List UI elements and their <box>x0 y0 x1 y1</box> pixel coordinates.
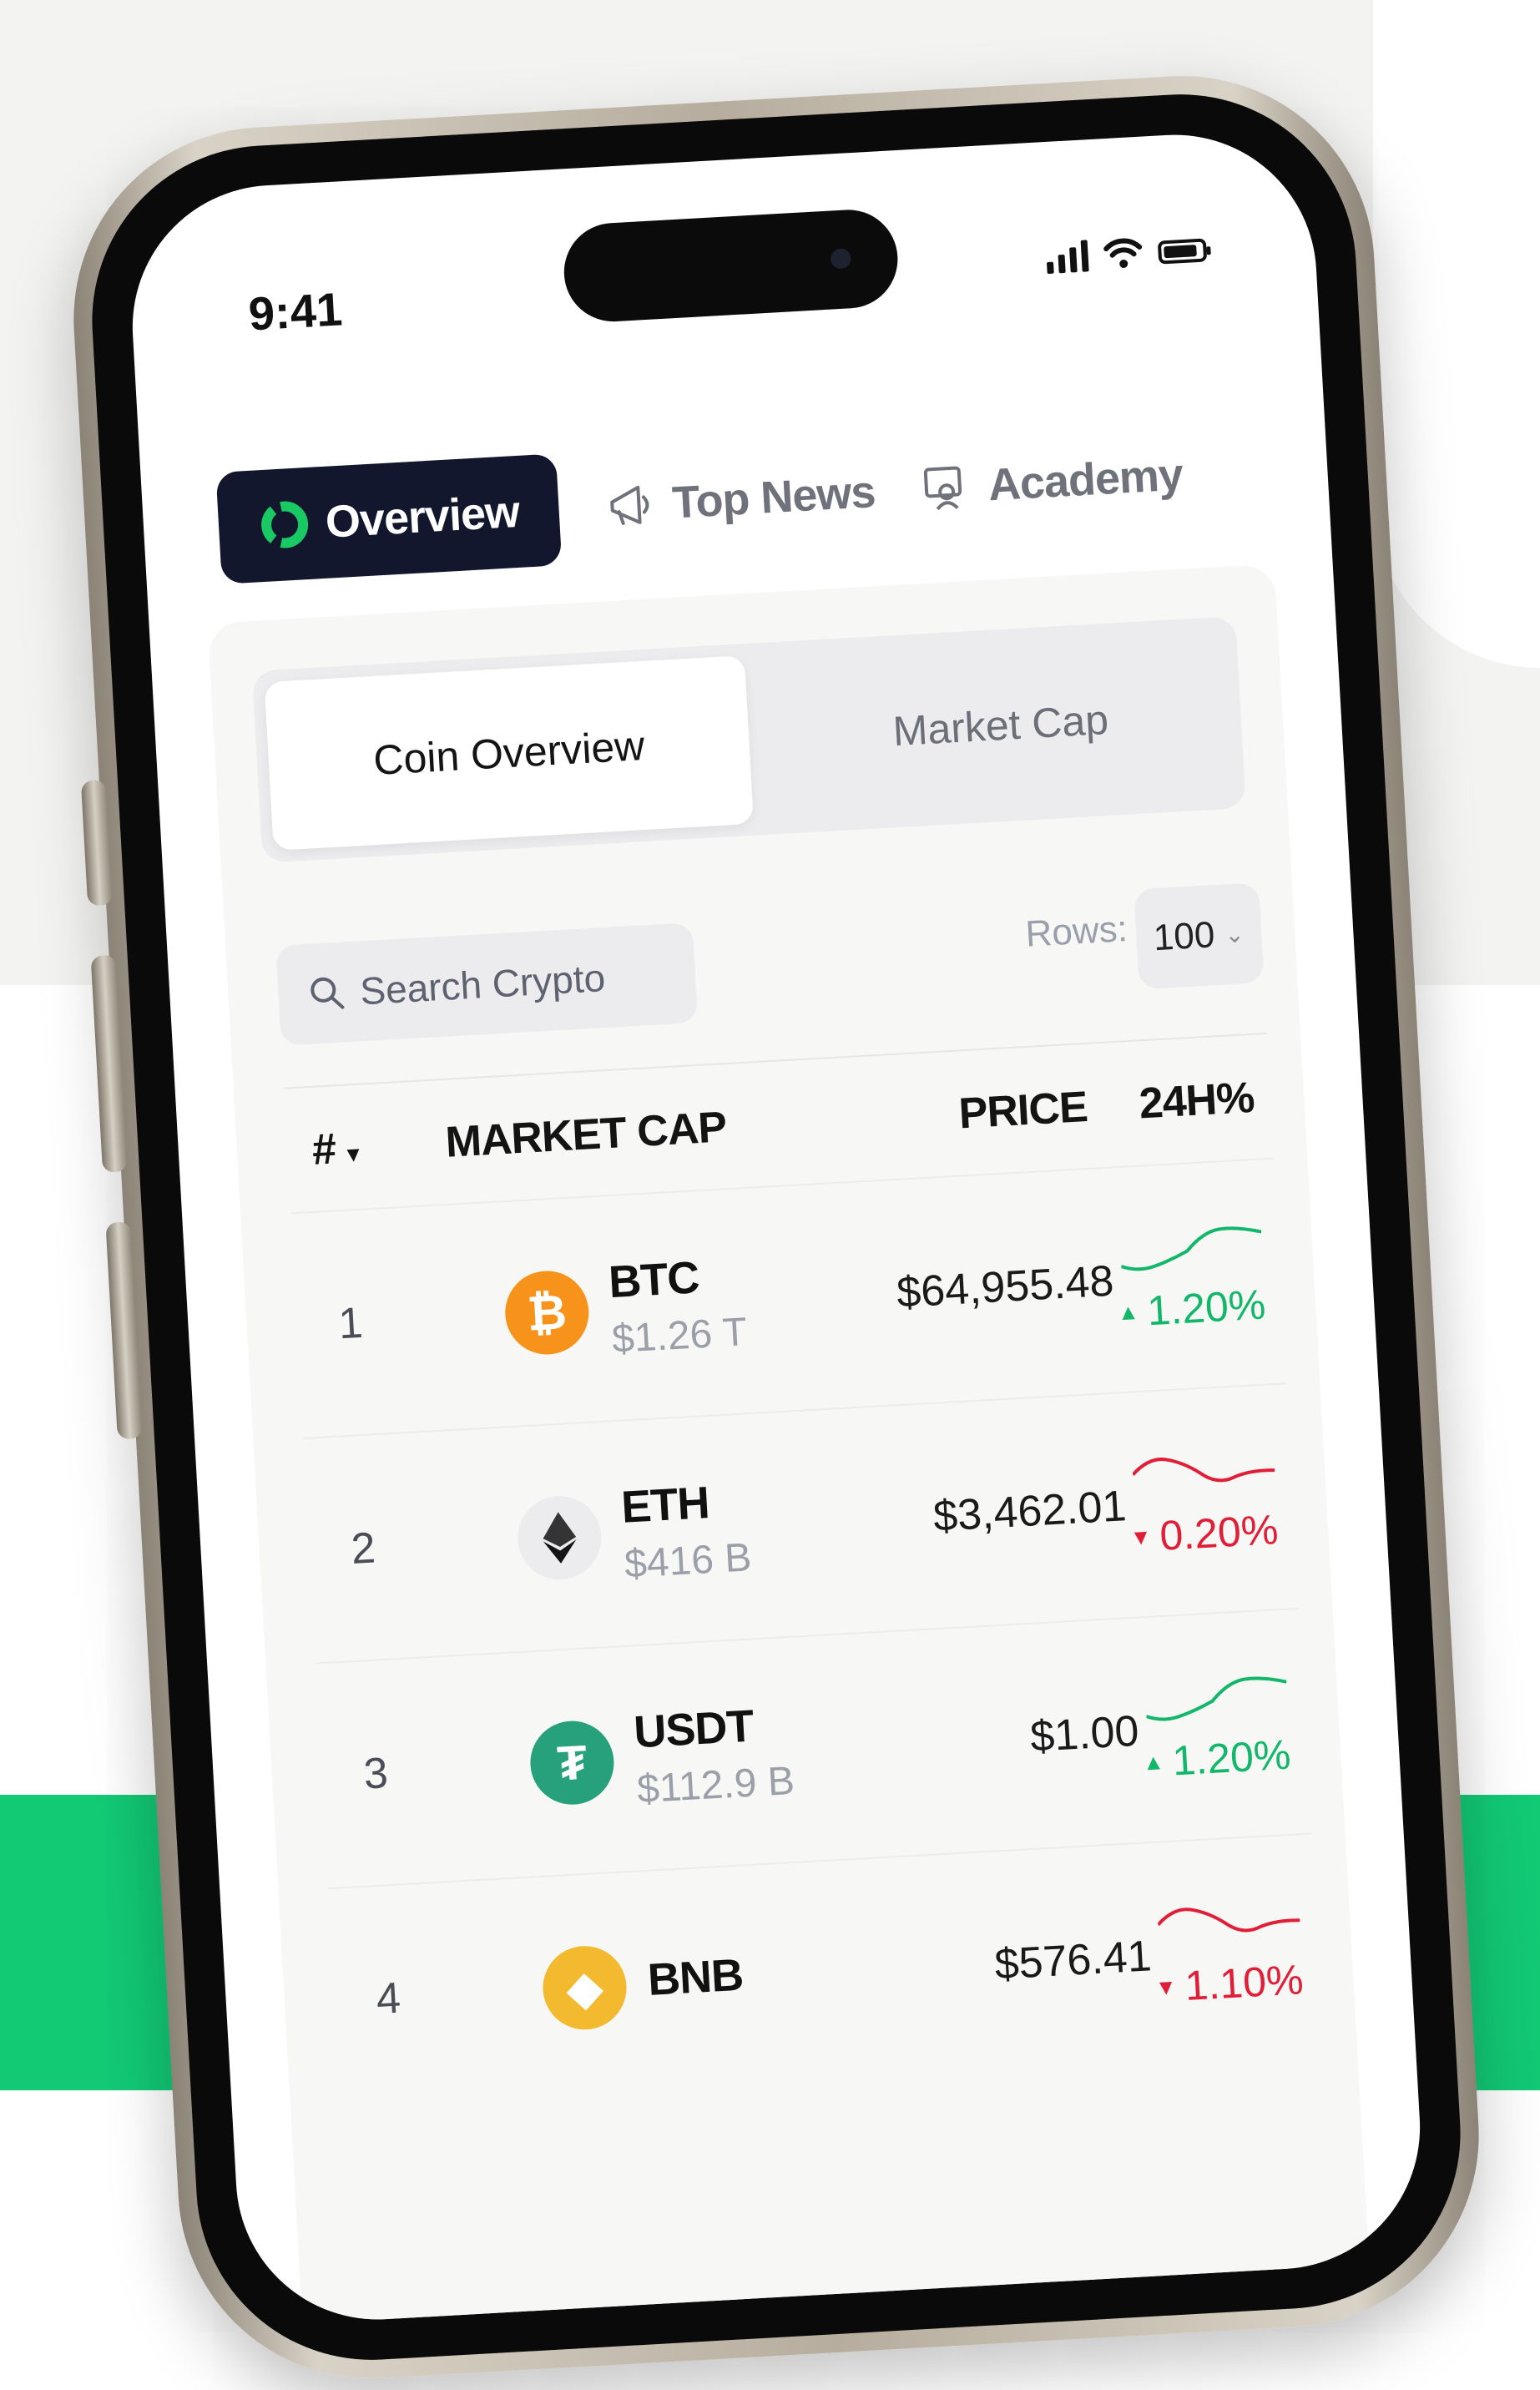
coin-price: $64,955.48 <box>895 1256 1115 1318</box>
header-market-cap[interactable]: MARKET CAP <box>444 1096 839 1168</box>
chevron-down-icon: ⌄ <box>1224 920 1245 947</box>
tab-academy[interactable]: Academy <box>920 448 1184 514</box>
bitcoin-icon: ₿ <box>502 1268 592 1357</box>
header-price[interactable]: PRICE <box>836 1082 1088 1146</box>
change-value: ▼ 1.10% <box>1154 1956 1305 2010</box>
megaphone-icon <box>610 485 649 525</box>
row-rank: 2 <box>350 1523 377 1574</box>
coin-price: $3,462.01 <box>932 1482 1128 1541</box>
coin-price: $576.41 <box>993 1932 1154 1989</box>
segmented-control: Coin Overview Market Cap <box>251 616 1246 863</box>
tab-academy-label: Academy <box>987 449 1184 511</box>
bnb-icon: ◆ <box>540 1943 629 2032</box>
app-screen: 9:41 Overview Top News Academy Coin Over… <box>124 127 1428 2327</box>
status-time: 9:41 <box>247 282 344 341</box>
change-value: ▲ 1.20% <box>1142 1731 1292 1785</box>
arrow-up-icon: ▲ <box>1142 1748 1165 1775</box>
coin-symbol: BTC <box>607 1251 700 1307</box>
search-input[interactable]: Search Crypto <box>275 922 699 1046</box>
dynamic-island <box>561 207 901 325</box>
segment-coin-overview[interactable]: Coin Overview <box>264 655 754 851</box>
status-icons <box>1046 231 1208 275</box>
segment-market-cap[interactable]: Market Cap <box>755 616 1246 835</box>
row-rank: 4 <box>375 1973 402 2024</box>
search-placeholder: Search Crypto <box>358 956 607 1013</box>
sparkline-chart <box>1145 1676 1287 1721</box>
rows-select[interactable]: 100 ⌄ <box>1134 882 1265 990</box>
market-panel: Coin Overview Market Cap Search Crypto R… <box>207 563 1379 2327</box>
coin-price: $1.00 <box>1028 1706 1140 1761</box>
coin-cell: ◆ BNB <box>507 1928 904 2034</box>
pie-chart-icon <box>261 501 309 548</box>
tab-top-news-label: Top News <box>670 467 876 528</box>
tab-overview-label: Overview <box>324 486 521 548</box>
background-cutout <box>1373 0 1540 668</box>
coin-symbol: ETH <box>619 1477 710 1533</box>
sparkline-chart <box>1156 1907 1300 1933</box>
sort-down-icon: ▾ <box>346 1139 360 1169</box>
arrow-up-icon: ▲ <box>1116 1298 1140 1325</box>
coin-symbol: BNB <box>646 1949 745 2005</box>
battery-icon <box>1157 238 1208 265</box>
coin-symbol: USDT <box>632 1700 755 1757</box>
coin-cell: ETH $416 B <box>482 1467 879 1594</box>
row-rank: 3 <box>362 1749 390 1799</box>
nav-tabs: Overview Top News Academy <box>215 419 1185 584</box>
search-icon <box>311 977 345 1009</box>
arrow-down-icon: ▼ <box>1129 1523 1153 1550</box>
academy-icon <box>924 466 962 511</box>
wifi-icon <box>1103 238 1143 268</box>
rows-label: Rows: <box>1024 907 1129 955</box>
change-cell: ▲ 1.20% <box>1136 1666 1309 1787</box>
ethereum-icon <box>515 1493 604 1582</box>
tab-top-news[interactable]: Top News <box>604 466 876 533</box>
row-rank: 1 <box>337 1298 365 1349</box>
sparkline-chart <box>1120 1226 1262 1271</box>
rows-value: 100 <box>1152 914 1216 959</box>
header-change[interactable]: 24H% <box>1086 1072 1272 1132</box>
tether-icon: ₮ <box>528 1718 617 1807</box>
change-cell: ▼ 1.10% <box>1149 1891 1321 2012</box>
coin-market-cap: $112.9 B <box>635 1758 796 1811</box>
tab-overview[interactable]: Overview <box>215 453 563 584</box>
coin-market-cap <box>649 2009 745 2014</box>
arrow-down-icon: ▼ <box>1154 1973 1178 2000</box>
change-value: ▼ 0.20% <box>1129 1506 1280 1559</box>
change-value: ▲ 1.20% <box>1116 1281 1267 1335</box>
change-cell: ▼ 0.20% <box>1123 1441 1296 1562</box>
coin-cell: ₿ BTC $1.26 T <box>469 1242 866 1370</box>
change-cell: ▲ 1.20% <box>1110 1215 1283 1336</box>
signal-icon <box>1046 238 1089 275</box>
header-rank[interactable]: # ▾ <box>285 1118 447 1177</box>
camera-icon <box>830 248 852 270</box>
phone-mockup: 9:41 Overview Top News Academy Coin Over… <box>63 65 1490 2389</box>
coin-market-cap: $1.26 T <box>610 1309 749 1362</box>
coin-market-cap: $416 B <box>623 1534 753 1587</box>
coin-cell: ₮ USDT $112.9 B <box>494 1692 891 1820</box>
sparkline-chart <box>1131 1458 1275 1483</box>
